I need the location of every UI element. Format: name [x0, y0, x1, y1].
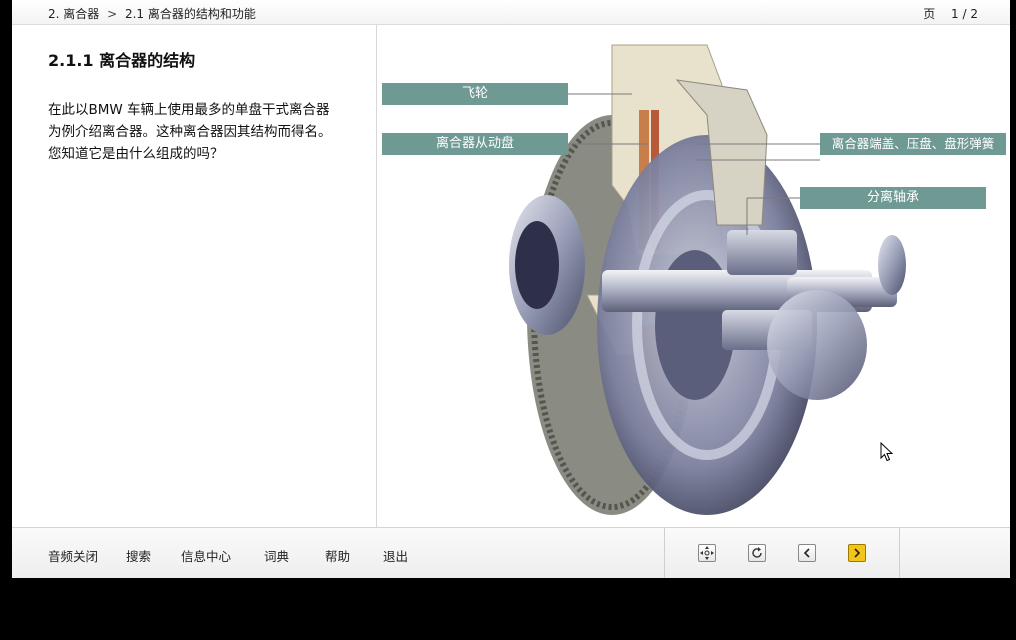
search-button[interactable]: 搜索	[126, 546, 151, 565]
breadcrumb-section[interactable]: 2.1 离合器的结构和功能	[125, 5, 256, 22]
callout-clutch-disc[interactable]: 离合器从动盘	[382, 133, 568, 155]
prev-page-button[interactable]	[798, 544, 816, 562]
page-label: 页	[923, 7, 936, 21]
next-page-icon	[854, 548, 861, 558]
audio-off-button[interactable]: 音频关闭	[48, 546, 98, 565]
move-button[interactable]	[698, 544, 716, 562]
breadcrumb-separator: >	[107, 7, 118, 21]
mouse-cursor-icon	[880, 442, 894, 462]
bottom-toolbar: 音频关闭 搜索 信息中心 词典 帮助 退出	[12, 527, 1010, 578]
reload-button[interactable]	[748, 544, 766, 562]
navigation-controls	[664, 528, 900, 578]
breadcrumb-chapter[interactable]: 2. 离合器	[48, 5, 99, 22]
prev-page-icon	[803, 548, 810, 558]
next-page-button[interactable]	[848, 544, 866, 562]
page-number: 1 / 2	[951, 7, 978, 21]
diagram-pane: 飞轮 离合器从动盘 离合器端盖、压盘、盘形弹簧 分离轴承	[377, 25, 1010, 527]
info-center-button[interactable]: 信息中心	[181, 546, 231, 565]
page-indicator: 页 1 / 2	[923, 5, 978, 22]
exit-button[interactable]: 退出	[383, 546, 408, 565]
page-title: 2.1.1 离合器的结构	[48, 51, 196, 70]
breadcrumb: 2. 离合器 > 2.1 离合器的结构和功能	[48, 5, 256, 22]
callout-clutch-cover[interactable]: 离合器端盖、压盘、盘形弹簧	[820, 133, 1006, 155]
help-button[interactable]: 帮助	[325, 546, 350, 565]
callout-release-bearing[interactable]: 分离轴承	[800, 187, 986, 209]
move-icon	[700, 546, 714, 560]
release-fork-end	[878, 235, 906, 295]
release-bearing	[727, 230, 797, 275]
app-window: 2. 离合器 > 2.1 离合器的结构和功能 页 1 / 2 2.1.1 离合器…	[0, 0, 1016, 640]
text-pane: 2.1.1 离合器的结构 在此以BMW 车辆上使用最多的单盘干式离合器为例介绍离…	[12, 25, 377, 527]
reload-icon	[752, 547, 762, 558]
body-text: 在此以BMW 车辆上使用最多的单盘干式离合器为例介绍离合器。这种离合器因其结构而…	[48, 102, 332, 162]
header-bar: 2. 离合器 > 2.1 离合器的结构和功能 页 1 / 2	[12, 0, 1010, 25]
glossary-button[interactable]: 词典	[264, 546, 289, 565]
lesson-screen: 2. 离合器 > 2.1 离合器的结构和功能 页 1 / 2 2.1.1 离合器…	[12, 0, 1010, 578]
callout-flywheel[interactable]: 飞轮	[382, 83, 568, 105]
